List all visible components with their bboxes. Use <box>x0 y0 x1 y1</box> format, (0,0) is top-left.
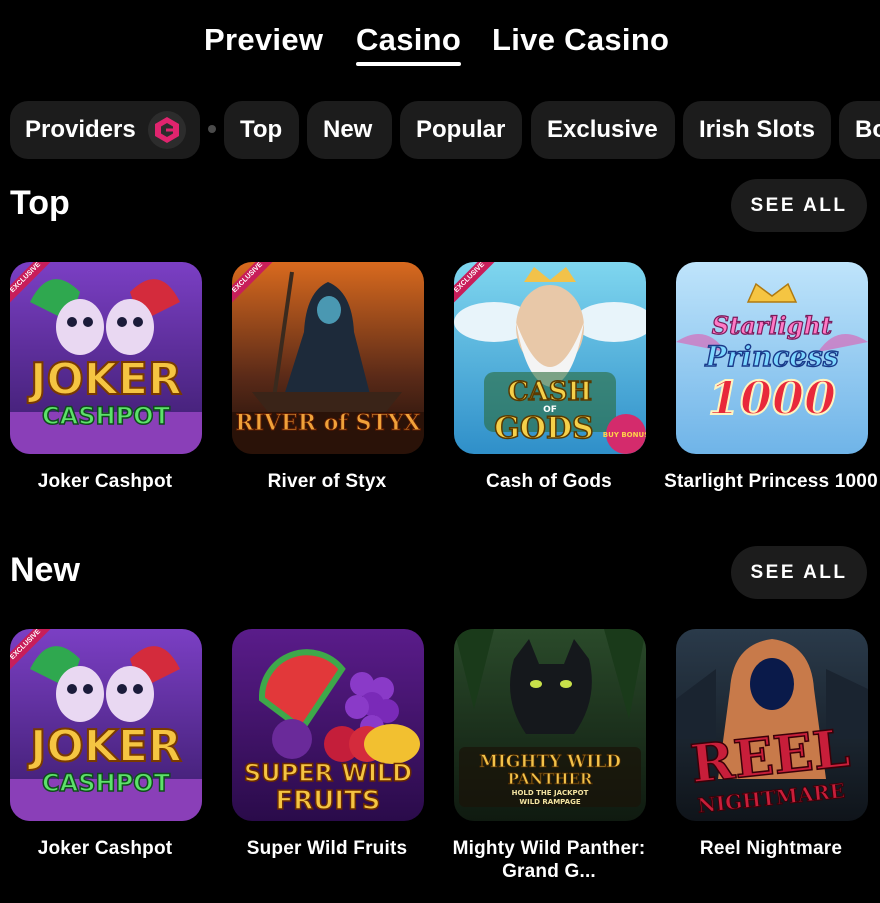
chip-providers[interactable]: Providers <box>10 101 200 159</box>
joker-cashpot-logo-text: JOKER <box>27 721 182 772</box>
tab-preview[interactable]: Preview <box>204 22 323 58</box>
game-name[interactable]: Joker Cashpot <box>0 470 216 493</box>
chip-more[interactable]: Bo <box>839 101 880 159</box>
mighty-wild-panther-logo-text: MIGHTY WILD <box>479 752 621 772</box>
chip-irish-slots[interactable]: Irish Slots <box>683 101 831 159</box>
river-of-styx-art: RIVER of STYX <box>232 262 424 454</box>
tab-casino[interactable]: Casino <box>356 22 462 66</box>
mighty-wild-panther-logo-subtext: PANTHER <box>508 770 593 788</box>
game-name[interactable]: Reel Nightmare <box>660 837 880 860</box>
chip-providers-label: Providers <box>25 116 136 143</box>
section-title-top: Top <box>10 184 70 222</box>
game-name[interactable]: River of Styx <box>216 470 438 493</box>
mighty-wild-panther-art: MIGHTY WILD PANTHER HOLD THE JACKPOT WIL… <box>454 629 646 821</box>
game-name[interactable]: Joker Cashpot <box>0 837 216 860</box>
game-name[interactable]: Super Wild Fruits <box>216 837 438 860</box>
tab-live-casino[interactable]: Live Casino <box>492 22 669 58</box>
starlight-logo-number: 1000 <box>708 371 836 425</box>
game-tile-starlight-princess-1000[interactable]: Starlight Princess 1000 <box>676 262 868 454</box>
starlight-logo-subtext: Princess <box>704 340 838 373</box>
game-tile-cash-of-gods[interactable]: CASH OF GODS BUY BONUS EXCLUSIVE <box>454 262 646 454</box>
category-chips: Providers Top New Popular Exclusive Iris… <box>0 101 880 159</box>
game-name[interactable]: Starlight Princess 1000 <box>660 470 880 493</box>
providers-logo-icon <box>148 111 186 149</box>
starlight-logo-text: Starlight <box>712 311 832 340</box>
river-of-styx-logo-text: RIVER of STYX <box>235 410 421 436</box>
super-wild-fruits-art: SUPER WILD FRUITS <box>232 629 424 821</box>
buy-bonus-badge: BUY BONUS <box>603 431 646 439</box>
chip-top[interactable]: Top <box>224 101 299 159</box>
joker-cashpot-logo-text: JOKER <box>27 354 182 405</box>
super-wild-fruits-logo-subtext: FRUITS <box>275 786 380 816</box>
chip-separator-dot <box>208 125 216 133</box>
game-tile-reel-nightmare[interactable]: REEL NIGHTMARE <box>676 629 868 821</box>
game-tile-joker-cashpot[interactable]: JOKER CASHPOT EXCLUSIVE <box>10 629 202 821</box>
joker-cashpot-art: JOKER CASHPOT <box>10 262 202 454</box>
game-tile-mighty-wild-panther[interactable]: MIGHTY WILD PANTHER HOLD THE JACKPOT WIL… <box>454 629 646 821</box>
chip-popular[interactable]: Popular <box>400 101 522 159</box>
see-all-new-button[interactable]: SEE ALL <box>731 546 867 599</box>
cash-of-gods-logo-text: CASH <box>508 377 592 407</box>
see-all-top-button[interactable]: SEE ALL <box>731 179 867 232</box>
game-name[interactable]: Cash of Gods <box>438 470 660 493</box>
joker-cashpot-art: JOKER CASHPOT <box>10 629 202 821</box>
chip-exclusive[interactable]: Exclusive <box>531 101 675 159</box>
game-tile-super-wild-fruits[interactable]: SUPER WILD FRUITS <box>232 629 424 821</box>
starlight-princess-art: Starlight Princess 1000 <box>676 262 868 454</box>
game-tile-river-of-styx[interactable]: RIVER of STYX EXCLUSIVE <box>232 262 424 454</box>
joker-cashpot-logo-subtext: CASHPOT <box>42 402 171 430</box>
reel-nightmare-art: REEL NIGHTMARE <box>676 629 868 821</box>
game-name[interactable]: Mighty Wild Panther: Grand G... <box>438 837 660 883</box>
mighty-wild-panther-tagline: HOLD THE JACKPOT <box>512 789 589 797</box>
super-wild-fruits-logo-text: SUPER WILD <box>244 759 412 787</box>
cash-of-gods-art: CASH OF GODS BUY BONUS <box>454 262 646 454</box>
game-tile-joker-cashpot[interactable]: JOKER CASHPOT EXCLUSIVE <box>10 262 202 454</box>
mighty-wild-panther-tagline-2: WILD RAMPAGE <box>519 798 580 806</box>
chip-new[interactable]: New <box>307 101 392 159</box>
top-tabs: Preview Casino Live Casino <box>0 22 880 72</box>
cash-of-gods-logo-subtext: GODS <box>494 411 593 446</box>
joker-cashpot-logo-subtext: CASHPOT <box>42 769 171 797</box>
section-title-new: New <box>10 551 80 589</box>
